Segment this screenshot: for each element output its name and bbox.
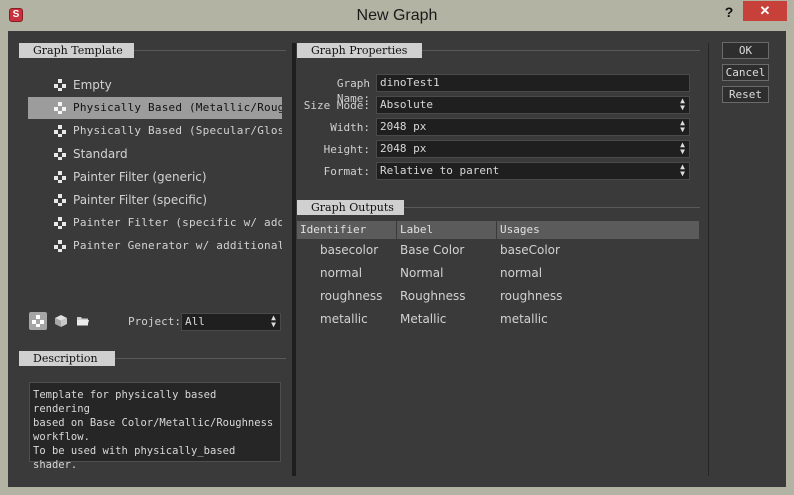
section-divider [134, 50, 286, 51]
folder-button[interactable] [74, 312, 92, 330]
new-graph-dialog: S New Graph ? ✕ Graph Template Empty Phy… [0, 0, 794, 495]
template-item[interactable]: Painter Filter (generic) [28, 166, 282, 188]
help-button[interactable]: ? [722, 2, 736, 22]
size-mode-label: Size Mode: [303, 99, 370, 112]
template-label: Physically Based (Metallic/Rough… [73, 101, 282, 114]
folder-icon [77, 317, 89, 326]
reset-button[interactable]: Reset [722, 86, 769, 103]
template-item[interactable]: Standard [28, 143, 282, 165]
column-header-identifier[interactable]: Identifier [297, 221, 397, 239]
description-text: Template for physically based rendering … [29, 382, 281, 471]
template-item[interactable]: Painter Filter (specific) [28, 189, 282, 211]
output-label[interactable]: Normal [400, 263, 443, 283]
output-identifier[interactable]: metallic [320, 309, 368, 329]
height-label: Height: [323, 143, 370, 156]
graph-node-icon [54, 148, 66, 160]
section-divider [404, 207, 700, 208]
template-item[interactable]: Physically Based (Specular/Glossi… [28, 120, 282, 142]
template-item-selected[interactable]: Physically Based (Metallic/Rough… [28, 97, 282, 119]
ok-button[interactable]: OK [722, 42, 769, 59]
output-usage[interactable]: baseColor [500, 240, 560, 260]
title-bar[interactable]: S New Graph ? ✕ [0, 0, 794, 31]
project-label: Project: [128, 315, 181, 328]
template-item[interactable]: Empty [28, 74, 282, 96]
template-label: Painter Filter (generic) [73, 170, 207, 184]
width-select[interactable]: 2048 px ▲ ▼ [376, 118, 690, 136]
button-column-divider [708, 43, 709, 476]
output-usage[interactable]: metallic [500, 309, 548, 329]
graph-template-header: Graph Template [19, 43, 134, 58]
graph-outputs-header: Graph Outputs [297, 200, 404, 215]
output-label[interactable]: Base Color [400, 240, 464, 260]
close-button[interactable]: ✕ [743, 1, 787, 21]
column-header-label[interactable]: Label [397, 221, 497, 239]
size-mode-value: Absolute [380, 98, 433, 111]
template-label: Painter Filter (specific w/ additi [73, 216, 282, 229]
output-label[interactable]: Roughness [400, 286, 465, 306]
height-value: 2048 px [380, 142, 427, 155]
dialog-body: Graph Template Empty Physically Based (M… [8, 31, 786, 487]
format-select[interactable]: Relative to parent ▲ ▼ [376, 162, 690, 180]
width-label: Width: [330, 121, 370, 134]
output-usage[interactable]: normal [500, 263, 542, 283]
graph-name-input[interactable]: dinoTest1 [376, 74, 690, 92]
spin-arrows-icon: ▲ ▼ [271, 313, 276, 329]
graph-node-icon [32, 315, 44, 327]
panel-splitter[interactable] [292, 43, 296, 476]
template-item[interactable]: Painter Filter (specific w/ additi [28, 212, 282, 234]
graph-node-icon [54, 125, 66, 137]
section-divider [422, 50, 700, 51]
graph-node-icon [54, 240, 66, 252]
graph-node-icon [54, 194, 66, 206]
graph-node-icon [54, 79, 66, 91]
template-view-button[interactable] [29, 312, 47, 330]
project-select[interactable]: All ▲ ▼ [181, 313, 281, 331]
template-label: Empty [73, 78, 112, 92]
output-usage[interactable]: roughness [500, 286, 562, 306]
description-header: Description [19, 351, 115, 366]
template-label: Physically Based (Specular/Glossi… [73, 124, 282, 137]
graph-node-icon [54, 102, 66, 114]
section-divider [115, 358, 286, 359]
output-identifier[interactable]: basecolor [320, 240, 378, 260]
spin-arrows-icon: ▲ ▼ [680, 140, 685, 156]
width-value: 2048 px [380, 120, 427, 133]
graph-node-icon [54, 217, 66, 229]
template-label: Standard [73, 147, 128, 161]
height-select[interactable]: 2048 px ▲ ▼ [376, 140, 690, 158]
format-label: Format: [323, 165, 370, 178]
output-identifier[interactable]: normal [320, 263, 362, 283]
column-header-usages[interactable]: Usages [497, 221, 700, 239]
graph-properties-header: Graph Properties [297, 43, 422, 58]
cube-view-button[interactable] [52, 312, 70, 330]
format-value: Relative to parent [380, 164, 500, 177]
cube-icon [55, 315, 67, 327]
template-label: Painter Filter (specific) [73, 193, 208, 207]
spin-arrows-icon: ▲ ▼ [680, 118, 685, 134]
cancel-button[interactable]: Cancel [722, 64, 769, 81]
graph-node-icon [54, 171, 66, 183]
output-label[interactable]: Metallic [400, 309, 446, 329]
spin-arrows-icon: ▲ ▼ [680, 96, 685, 112]
template-label: Painter Generator w/ additional … [73, 239, 282, 252]
output-identifier[interactable]: roughness [320, 286, 382, 306]
template-item[interactable]: Painter Generator w/ additional … [28, 235, 282, 257]
size-mode-select[interactable]: Absolute ▲ ▼ [376, 96, 690, 114]
project-select-value: All [185, 315, 205, 328]
window-title: New Graph [356, 7, 438, 24]
spin-arrows-icon: ▲ ▼ [680, 162, 685, 178]
